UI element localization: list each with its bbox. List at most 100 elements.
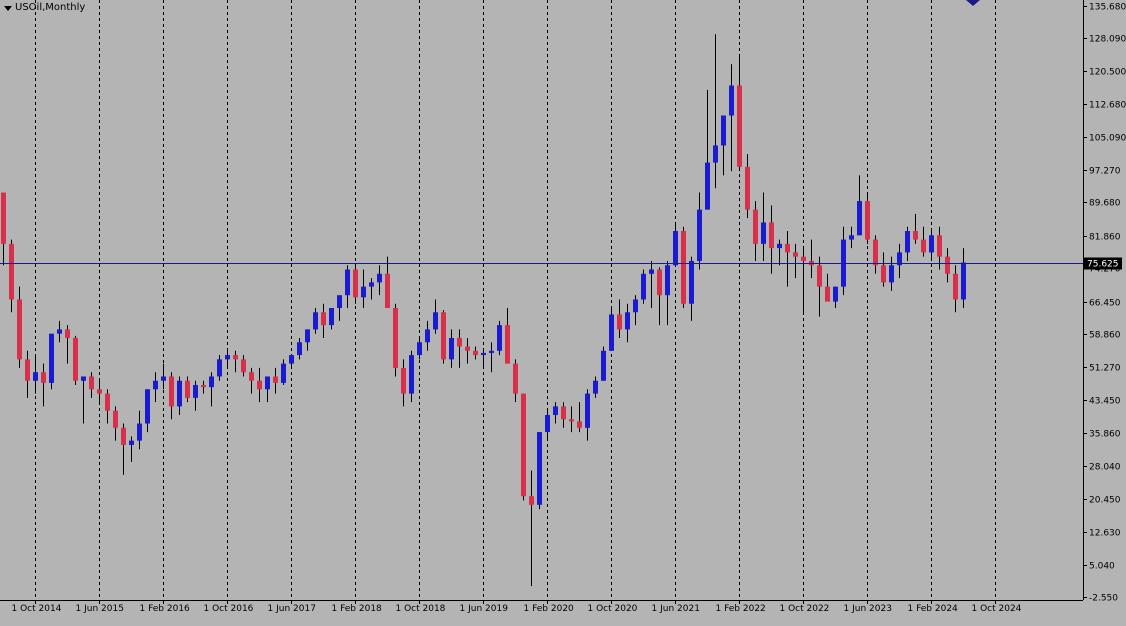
x-tick-label: 1 Feb 2022: [716, 604, 766, 614]
candle-body: [225, 355, 230, 360]
candle-body: [209, 376, 214, 388]
candle-body: [745, 166, 750, 210]
candle-body: [569, 419, 574, 422]
y-tick-label: 51.270: [1089, 364, 1121, 374]
x-tick-label: 1 Oct 2014: [12, 604, 62, 614]
y-tick-label: 20.450: [1089, 496, 1121, 506]
candle-body: [737, 85, 742, 167]
candle-body: [761, 222, 766, 244]
x-tick-label: 1 Jun 2019: [460, 604, 509, 614]
x-tick-label: 1 Jun 2015: [76, 604, 124, 614]
candle-body: [489, 350, 494, 353]
candle: [441, 310, 446, 364]
candle-body: [41, 372, 46, 383]
x-tick-label: 1 Oct 2024: [972, 604, 1022, 614]
candle-body: [425, 329, 430, 343]
candle-body: [689, 260, 694, 304]
y-tick-label: 28.040: [1089, 463, 1121, 473]
y-tick-label: 105.090: [1089, 134, 1126, 144]
dropdown-triangle-icon[interactable]: [4, 5, 12, 11]
candle-body: [905, 231, 910, 253]
candle-body: [473, 350, 478, 356]
y-tick-label: 120.500: [1089, 68, 1126, 78]
candle-body: [721, 115, 726, 146]
candle-body: [481, 352, 486, 356]
candle-body: [265, 376, 270, 390]
y-tick-label: 112.680: [1089, 101, 1126, 111]
y-tick-label: 35.860: [1089, 430, 1121, 440]
candle-body: [713, 145, 718, 163]
candle-body: [145, 389, 150, 424]
candle-body: [457, 337, 462, 347]
y-tick-label: 128.090: [1089, 35, 1126, 45]
candle-body: [577, 421, 582, 428]
candle-body: [705, 162, 710, 210]
candle-body: [633, 299, 638, 313]
candle-body: [449, 337, 454, 360]
candle-body: [129, 440, 134, 445]
candle-body: [849, 235, 854, 240]
candle-body: [377, 273, 382, 283]
candle-body: [257, 380, 262, 390]
candle-body: [833, 286, 838, 302]
candle-body: [769, 222, 774, 249]
candle-body: [497, 325, 502, 351]
candle-body: [9, 243, 14, 300]
candle-body: [753, 209, 758, 244]
candle-body: [169, 376, 174, 407]
candle: [601, 346, 606, 381]
candle-body: [657, 269, 662, 296]
candle-body: [161, 376, 166, 381]
candle-body: [281, 363, 286, 383]
candle: [521, 393, 526, 501]
candle-body: [393, 308, 398, 368]
candle-body: [121, 427, 126, 445]
candle-body: [297, 342, 302, 356]
y-tick-label: 66.450: [1089, 299, 1121, 309]
candle: [641, 269, 646, 304]
candle: [393, 303, 398, 377]
candle-body: [417, 342, 422, 356]
candle-body: [937, 235, 942, 257]
candle-body: [305, 329, 310, 343]
candle-body: [641, 273, 646, 300]
x-tick-label: 1 Feb 2024: [908, 604, 959, 614]
candle-body: [385, 273, 390, 309]
candle-body: [201, 385, 206, 388]
x-tick-label: 1 Jun 2017: [268, 604, 316, 614]
candle: [609, 308, 614, 351]
candle-body: [433, 312, 438, 330]
candle-body: [57, 329, 62, 334]
chart-root[interactable]: 135.680 128.090 120.500 112.680 105.090 97.27…: [0, 0, 1126, 622]
candle-body: [409, 355, 414, 394]
candle: [681, 226, 686, 309]
symbol-title-text: USOil,Monthly: [15, 2, 86, 13]
x-tick-label: 1 Jun 2023: [844, 604, 892, 614]
candle-body: [857, 201, 862, 236]
candle-body: [353, 269, 358, 298]
candle: [537, 432, 542, 510]
candle-body: [337, 295, 342, 309]
candle-body: [617, 314, 622, 330]
candle-body: [513, 363, 518, 394]
candle-body: [665, 265, 670, 296]
candle-body: [17, 299, 22, 360]
candle-body: [585, 393, 590, 428]
x-tick-label: 1 Oct 2018: [396, 604, 446, 614]
chart-background: [0, 0, 1126, 622]
candle-body: [625, 312, 630, 330]
candle-body: [97, 389, 102, 394]
candle-body: [217, 359, 222, 377]
candle-body: [785, 243, 790, 253]
candle-body: [609, 314, 614, 351]
candle-body: [505, 325, 510, 364]
candle-body: [729, 85, 734, 116]
candle-body: [185, 380, 190, 398]
candle-body: [65, 329, 70, 338]
candlestick-chart[interactable]: 135.680 128.090 120.500 112.680 105.090 97.27…: [0, 0, 1126, 622]
candle-body: [193, 385, 198, 398]
candle-body: [89, 376, 94, 390]
y-tick-label: 58.860: [1089, 331, 1121, 341]
candle-body: [929, 235, 934, 253]
x-tick-label: 1 Oct 2016: [204, 604, 254, 614]
